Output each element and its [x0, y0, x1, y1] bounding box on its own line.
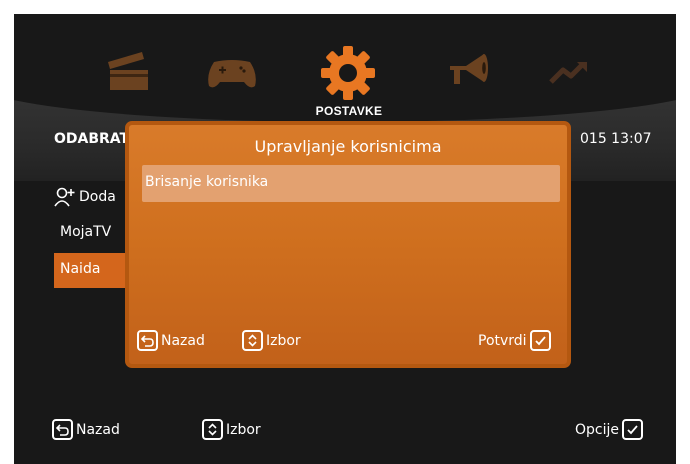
- clapperboard-icon[interactable]: [106, 50, 152, 96]
- footer-hints: Nazad Izbor Opcije: [14, 419, 676, 451]
- megaphone-icon[interactable]: [446, 50, 492, 96]
- options-hint[interactable]: Opcije: [575, 419, 643, 440]
- list-item-label: Doda: [79, 189, 116, 205]
- dialog-confirm-hint[interactable]: Potvrdi: [478, 330, 551, 351]
- datetime: 015 13:07: [580, 131, 652, 147]
- updown-icon: [202, 419, 223, 440]
- manage-users-dialog: Upravljanje korisnicima Brisanje korisni…: [125, 121, 571, 368]
- dialog-select-hint[interactable]: Izbor: [242, 330, 301, 351]
- select-hint[interactable]: Izbor: [202, 419, 261, 440]
- back-icon: [137, 330, 158, 351]
- dialog-back-label: Nazad: [161, 332, 205, 349]
- dialog-hints: Nazad Izbor Potvrdi: [129, 330, 567, 356]
- gear-icon[interactable]: [319, 44, 377, 106]
- dialog-back-hint[interactable]: Nazad: [137, 330, 205, 351]
- dialog-title: Upravljanje korisnicima: [254, 137, 442, 156]
- list-item-selected[interactable]: Naida: [54, 253, 134, 288]
- select-label: Izbor: [226, 421, 261, 438]
- options-label: Opcije: [575, 421, 619, 438]
- list-item[interactable]: MojaTV: [60, 224, 111, 240]
- trending-icon[interactable]: [549, 60, 589, 88]
- dialog-select-label: Izbor: [266, 332, 301, 349]
- main-menu: [14, 44, 676, 104]
- dialog-confirm-label: Potvrdi: [478, 332, 527, 349]
- list-item[interactable]: Doda: [54, 187, 116, 207]
- updown-icon: [242, 330, 263, 351]
- delete-user-item[interactable]: Brisanje korisnika: [142, 165, 560, 202]
- check-icon: [622, 419, 643, 440]
- back-icon: [52, 419, 73, 440]
- back-hint[interactable]: Nazad: [52, 419, 120, 440]
- add-user-icon: [54, 187, 75, 207]
- tv-screen: POSTAVKE ODABRAT 015 13:07 Doda MojaTV N…: [14, 14, 676, 464]
- page-title: ODABRAT: [54, 131, 130, 147]
- gamepad-icon[interactable]: [206, 58, 258, 94]
- check-icon: [529, 330, 551, 351]
- back-label: Nazad: [76, 421, 120, 438]
- active-menu-label: POSTAVKE: [315, 104, 383, 118]
